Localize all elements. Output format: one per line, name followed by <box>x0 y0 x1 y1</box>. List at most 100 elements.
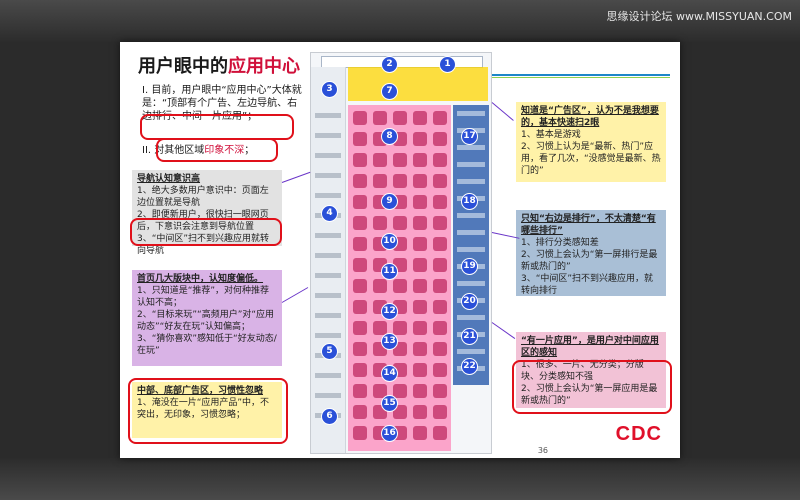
cdc-logo: CDC <box>615 423 662 445</box>
app-tile <box>413 237 427 251</box>
note-rank-heading: 只知“右边是排行”，不太清楚“有哪些排行” <box>521 214 656 236</box>
bullet-2-number: II. <box>142 145 152 156</box>
app-tile <box>353 384 367 398</box>
nav-row <box>315 233 341 238</box>
app-tile <box>373 216 387 230</box>
app-tile <box>433 174 447 188</box>
presentation-slide: 用户眼中的应用中心 I. 目前，用户眼中“应用中心”大体就是：“顶部有个广告、左… <box>120 42 680 458</box>
note-home-line-3: 3、“猜你喜欢”感知低于“好友动态/在玩” <box>137 334 277 356</box>
note-ranking: 只知“右边是排行”，不太清楚“有哪些排行” 1、排行分类感知差 2、习惯上会认为… <box>516 210 666 296</box>
app-tile <box>433 405 447 419</box>
app-tile <box>373 279 387 293</box>
app-tile <box>433 258 447 272</box>
app-tile <box>353 300 367 314</box>
note-top-line-1: 1、基本是游戏 <box>521 130 581 140</box>
app-tile <box>433 195 447 209</box>
app-tile <box>373 153 387 167</box>
region-marker-21: 21 <box>461 328 478 345</box>
ranking-row <box>457 349 485 354</box>
note-home-line-1: 1、只知道是“推荐”，对何种推荐认知不高； <box>137 286 270 308</box>
nav-row <box>315 273 341 278</box>
ranking-row <box>457 162 485 167</box>
note-navigation-heading: 导航认知意识高 <box>137 174 201 184</box>
ranking-row <box>457 281 485 286</box>
nav-row <box>315 393 341 398</box>
bullet-1-number: I. <box>142 85 149 96</box>
note-top-heading: 知道是“广告区”，认为不是我想要的，基本快速扫2眼 <box>521 106 659 128</box>
connector-app-grid <box>491 322 516 339</box>
nav-row <box>315 333 341 338</box>
title-accent: 应用中心 <box>228 56 300 77</box>
app-tile <box>413 153 427 167</box>
app-tile <box>393 153 407 167</box>
note-rank-line-2: 2、习惯上会认为“第一屏排行是最新或热门的” <box>521 250 658 272</box>
nav-row <box>315 193 341 198</box>
app-tile <box>353 363 367 377</box>
app-tile <box>353 174 367 188</box>
region-marker-9: 9 <box>381 193 398 210</box>
connector-home <box>281 287 309 303</box>
app-tile <box>373 111 387 125</box>
app-tile <box>413 300 427 314</box>
app-tile <box>413 132 427 146</box>
app-tile <box>353 321 367 335</box>
app-tile <box>413 279 427 293</box>
app-tile <box>413 258 427 272</box>
ranking-row <box>457 145 485 150</box>
app-tile <box>433 321 447 335</box>
app-tile <box>433 342 447 356</box>
zone-top-banner <box>348 67 488 101</box>
highlight-oval-bullet-1 <box>140 114 294 140</box>
app-center-screenshot: 1 2 3 4 5 6 7 8 9 10 11 12 13 14 15 16 17 18 19 20 21 22 <box>310 52 492 454</box>
app-tile <box>393 279 407 293</box>
region-marker-17: 17 <box>461 128 478 145</box>
region-marker-16: 16 <box>381 425 398 442</box>
ranking-row <box>457 230 485 235</box>
region-marker-6: 6 <box>321 408 338 425</box>
app-tile <box>433 216 447 230</box>
app-tile <box>353 237 367 251</box>
nav-row <box>315 153 341 158</box>
region-marker-10: 10 <box>381 233 398 250</box>
app-tile <box>353 111 367 125</box>
app-tile <box>433 426 447 440</box>
app-tile <box>353 258 367 272</box>
region-marker-5: 5 <box>321 343 338 360</box>
watermark: 思缘设计论坛 www.MISSYUAN.COM <box>606 10 792 23</box>
ranking-row <box>457 315 485 320</box>
ranking-row <box>457 179 485 184</box>
region-marker-18: 18 <box>461 193 478 210</box>
note-navigation-line-1: 1、绝大多数用户意识中：页面左边位置就是导航 <box>137 186 269 208</box>
app-tile <box>413 174 427 188</box>
app-tile <box>413 342 427 356</box>
highlight-oval-app-grid <box>512 360 672 414</box>
highlight-oval-bullet-2 <box>156 138 278 162</box>
app-tile <box>433 384 447 398</box>
region-marker-13: 13 <box>381 333 398 350</box>
app-tile <box>413 405 427 419</box>
app-tile <box>433 132 447 146</box>
note-rank-line-1: 1、排行分类感知差 <box>521 238 599 248</box>
app-tile <box>413 195 427 209</box>
app-tile <box>413 426 427 440</box>
app-tile <box>433 111 447 125</box>
app-tile <box>353 132 367 146</box>
app-tile <box>353 216 367 230</box>
region-marker-2: 2 <box>381 56 398 73</box>
note-one-heading: “有一片应用”，是用户对中间应用区的感知 <box>521 336 659 358</box>
app-tile <box>353 195 367 209</box>
slide-title: 用户眼中的应用中心 <box>138 52 300 78</box>
app-tile <box>393 216 407 230</box>
ranking-row <box>457 247 485 252</box>
app-tile <box>413 363 427 377</box>
region-marker-15: 15 <box>381 395 398 412</box>
nav-row <box>315 373 341 378</box>
note-home-sections: 首页几大版块中，认知度偏低。 1、只知道是“推荐”，对何种推荐认知不高； 2、“… <box>132 270 282 366</box>
app-tile <box>353 405 367 419</box>
highlight-oval-ad <box>128 378 288 444</box>
app-tile <box>413 111 427 125</box>
region-marker-14: 14 <box>381 365 398 382</box>
app-tile <box>393 384 407 398</box>
region-marker-7: 7 <box>381 83 398 100</box>
app-tile <box>353 153 367 167</box>
